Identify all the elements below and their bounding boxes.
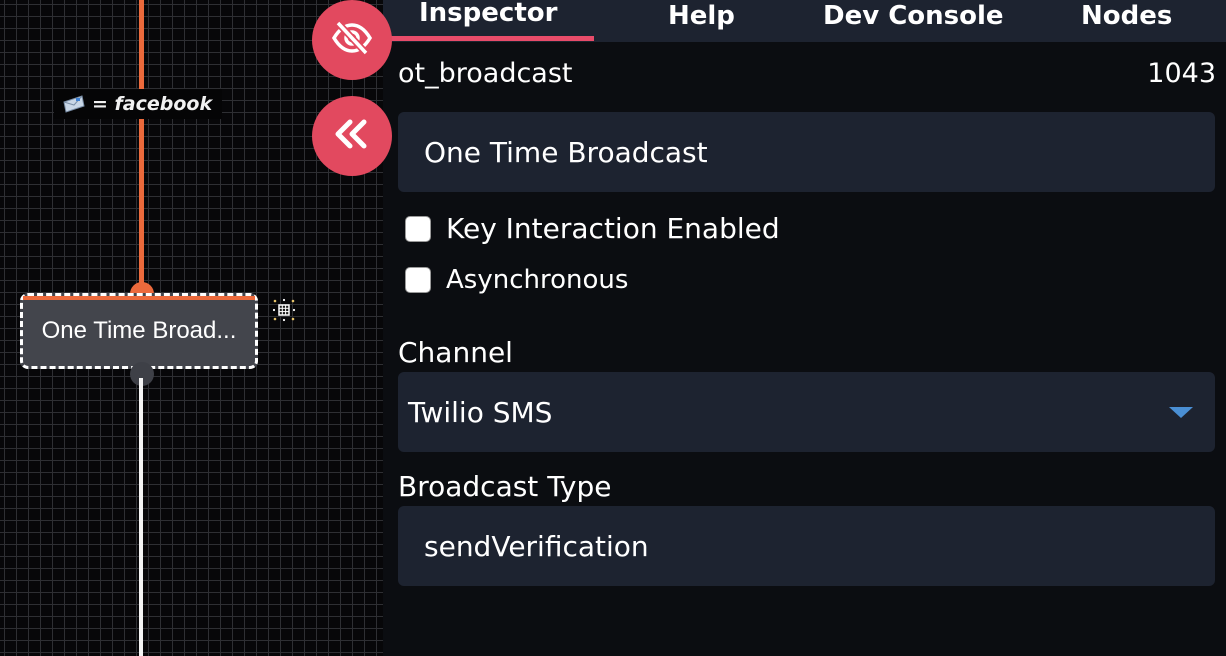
- node-name-input[interactable]: [398, 112, 1215, 192]
- asynchronous-option[interactable]: Asynchronous: [405, 265, 628, 295]
- channel-label: Channel: [398, 336, 513, 369]
- broadcast-node[interactable]: One Time Broad...: [20, 293, 258, 369]
- chevron-down-icon: [1169, 407, 1193, 418]
- key-interaction-checkbox[interactable]: [405, 215, 431, 242]
- double-chevron-left-icon: [332, 118, 372, 154]
- channel-select[interactable]: Twilio SMS: [398, 372, 1215, 452]
- node-id: 1043: [1147, 58, 1216, 89]
- asynchronous-label: Asynchronous: [446, 265, 629, 295]
- broadcast-type-input[interactable]: sendVerification: [398, 506, 1215, 586]
- target-grid-icon[interactable]: [272, 298, 296, 322]
- active-tab-indicator: [390, 36, 594, 41]
- broadcast-type-label: Broadcast Type: [398, 470, 612, 503]
- tab-nodes[interactable]: Nodes: [1081, 0, 1172, 42]
- outgoing-connection-wire[interactable]: [139, 378, 143, 656]
- eye-slash-icon: [330, 20, 374, 60]
- incoming-connection-wire[interactable]: [139, 0, 144, 286]
- tab-dev-console[interactable]: Dev Console: [823, 0, 1004, 42]
- collapse-panel-button[interactable]: [312, 96, 392, 176]
- edge-condition-text: = facebook: [92, 93, 213, 115]
- broadcast-type-value: sendVerification: [424, 529, 649, 563]
- channel-selected-value: Twilio SMS: [408, 395, 553, 429]
- asynchronous-checkbox[interactable]: [405, 267, 431, 293]
- hide-panel-button[interactable]: [312, 0, 392, 80]
- node-type-key: ot_broadcast: [398, 58, 573, 89]
- tab-help[interactable]: Help: [668, 0, 735, 42]
- node-title: One Time Broad...: [41, 317, 237, 344]
- mail-icon: [62, 95, 86, 113]
- key-interaction-option[interactable]: Key Interaction Enabled: [405, 212, 780, 245]
- flow-canvas[interactable]: = facebook One Time Broad...: [0, 0, 383, 656]
- inspector-panel: Inspector Help Dev Console Nodes ot_broa…: [383, 0, 1226, 656]
- edge-condition-label[interactable]: = facebook: [54, 89, 223, 119]
- panel-tab-bar: Inspector Help Dev Console Nodes: [383, 0, 1226, 42]
- key-interaction-label: Key Interaction Enabled: [446, 212, 780, 245]
- node-accent-bar: [23, 296, 255, 300]
